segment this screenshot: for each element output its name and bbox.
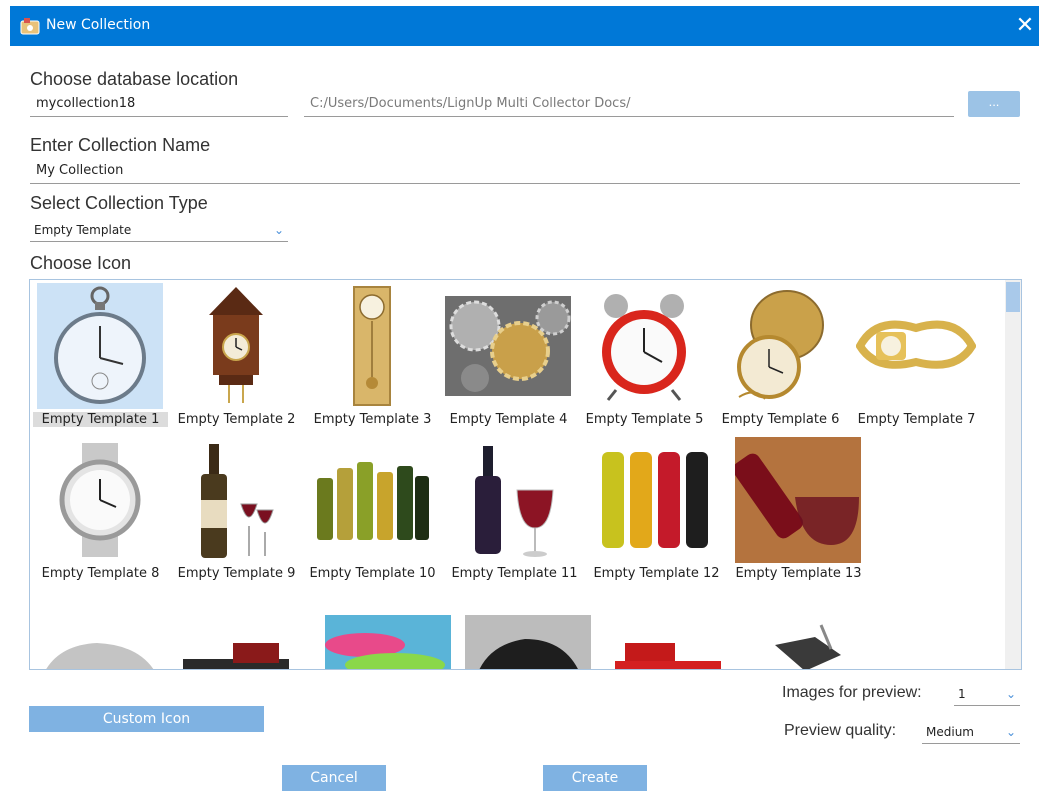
icon-tile[interactable] xyxy=(321,590,456,669)
icon-tile[interactable]: Empty Template 6 xyxy=(713,281,848,431)
chevron-down-icon: ⌄ xyxy=(1005,725,1016,739)
preview-quality-value: Medium xyxy=(926,725,974,739)
database-path-field[interactable]: C:/Users/Documents/LignUp Multi Collecto… xyxy=(304,91,954,117)
gold-pocket-watch-icon xyxy=(717,283,843,409)
database-filename-field[interactable]: mycollection18 xyxy=(30,91,288,117)
icon-caption: Empty Template 9 xyxy=(177,566,296,581)
icon-tile[interactable] xyxy=(741,590,876,669)
collection-name-field[interactable]: My Collection xyxy=(30,158,1020,184)
icon-tile[interactable]: Empty Template 10 xyxy=(305,435,440,585)
icon-caption: Empty Template 7 xyxy=(857,412,976,427)
icon-caption: Empty Template 3 xyxy=(313,412,432,427)
icon-tile[interactable]: Empty Template 1 xyxy=(33,281,168,431)
icon-caption: Empty Template 1 xyxy=(33,412,168,427)
motorcycle-icon xyxy=(745,592,871,669)
icon-tile[interactable]: Empty Template 8 xyxy=(33,435,168,585)
chevron-down-icon: ⌄ xyxy=(1005,687,1016,701)
window-title: New Collection xyxy=(46,17,151,33)
gold-wristwatch-icon xyxy=(853,283,979,409)
images-for-preview-select[interactable]: 1 ⌄ xyxy=(954,682,1020,706)
icon-tile[interactable]: Empty Template 4 xyxy=(441,281,576,431)
icon-caption: Empty Template 12 xyxy=(593,566,720,581)
custom-icon-button[interactable]: Custom Icon xyxy=(29,706,264,732)
icon-caption: Empty Template 2 xyxy=(177,412,296,427)
database-location-label: Choose database location xyxy=(30,69,239,89)
alarm-clock-icon xyxy=(581,283,707,409)
icon-tile[interactable]: Empty Template 12 xyxy=(589,435,724,585)
icon-tile[interactable]: Empty Template 11 xyxy=(447,435,582,585)
collection-type-value: Empty Template xyxy=(34,223,132,237)
images-for-preview-label: Images for preview: xyxy=(782,684,922,701)
icon-caption: Empty Template 10 xyxy=(309,566,436,581)
cuckoo-clock-icon xyxy=(173,283,299,409)
browse-button[interactable]: ... xyxy=(968,91,1020,117)
preview-quality-select[interactable]: Medium ⌄ xyxy=(922,720,1020,744)
red-hot-rod-icon xyxy=(605,592,731,669)
colorful-cars-icon xyxy=(325,592,451,669)
icon-caption: Empty Template 6 xyxy=(721,412,840,427)
red-wine-glass-icon xyxy=(451,437,577,563)
close-icon[interactable]: ✕ xyxy=(1015,12,1035,38)
icon-gallery-scrollbar[interactable] xyxy=(1005,280,1021,669)
scrollbar-thumb[interactable] xyxy=(1006,282,1020,312)
black-classic-car-icon xyxy=(465,592,591,669)
pendulum-clock-icon xyxy=(309,283,435,409)
title-bar: New Collection ✕ xyxy=(10,6,1039,46)
app-icon xyxy=(20,18,40,35)
collection-name-label: Enter Collection Name xyxy=(30,135,211,155)
icon-tile[interactable] xyxy=(33,590,168,669)
icon-tile[interactable]: Empty Template 5 xyxy=(577,281,712,431)
collection-type-label: Select Collection Type xyxy=(30,193,208,213)
pocket-watch-icon xyxy=(37,283,163,409)
collection-type-select[interactable]: Empty Template ⌄ xyxy=(30,218,288,242)
icon-tile[interactable]: Empty Template 9 xyxy=(169,435,304,585)
silver-car-icon xyxy=(37,592,163,669)
icon-tile[interactable]: Empty Template 2 xyxy=(169,281,304,431)
icon-caption: Empty Template 5 xyxy=(585,412,704,427)
create-button[interactable]: Create xyxy=(543,765,647,791)
icon-caption: Empty Template 13 xyxy=(735,566,862,581)
wine-bottles-icon xyxy=(309,437,435,563)
gears-icon xyxy=(445,283,571,409)
icon-tile[interactable] xyxy=(461,590,596,669)
silver-wristwatch-icon xyxy=(37,437,163,563)
cancel-button[interactable]: Cancel xyxy=(282,765,386,791)
icon-tile[interactable]: Empty Template 13 xyxy=(731,435,866,585)
colored-bottles-icon xyxy=(593,437,719,563)
images-for-preview-value: 1 xyxy=(958,687,966,701)
icon-tile[interactable] xyxy=(169,590,304,669)
wine-bottle-glasses-icon xyxy=(173,437,299,563)
vintage-car-icon xyxy=(173,592,299,669)
icon-tile[interactable] xyxy=(601,590,736,669)
choose-icon-label: Choose Icon xyxy=(30,253,132,273)
pouring-wine-icon xyxy=(735,437,861,563)
icon-caption: Empty Template 8 xyxy=(41,566,160,581)
icon-tile[interactable]: Empty Template 3 xyxy=(305,281,440,431)
icon-gallery[interactable]: Empty Template 1 Empty Template 2 Empty … xyxy=(29,279,1022,670)
icon-tile[interactable]: Empty Template 7 xyxy=(849,281,984,431)
icon-caption: Empty Template 11 xyxy=(451,566,578,581)
icon-caption: Empty Template 4 xyxy=(449,412,568,427)
chevron-down-icon: ⌄ xyxy=(273,223,284,237)
preview-quality-label: Preview quality: xyxy=(784,722,897,739)
